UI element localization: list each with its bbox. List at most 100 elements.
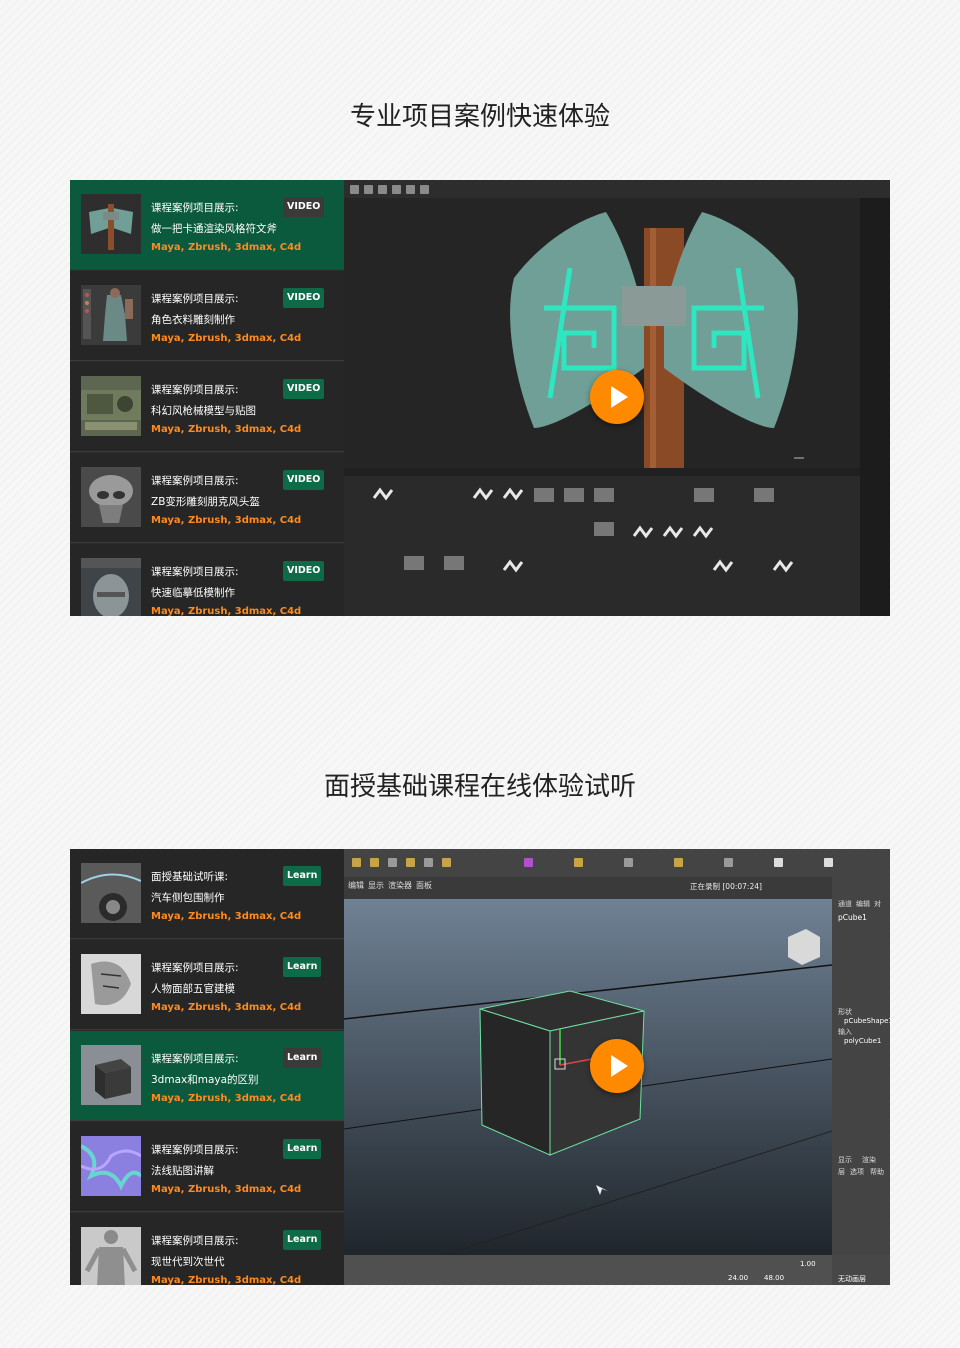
thumbnail (81, 954, 141, 1014)
shelf-toolbar (344, 849, 890, 877)
item-category: 课程案例项目展示: (151, 384, 239, 396)
maya-viewport (344, 899, 832, 1255)
item-title: 法线贴图讲解 (151, 1165, 214, 1177)
time-end-animation: 48.00 (764, 1274, 785, 1282)
thumbnail (81, 1227, 141, 1285)
item-category: 课程案例项目展示: (151, 566, 239, 578)
thumbnail (81, 1136, 141, 1196)
list-item[interactable]: 课程案例项目展示: 人物面部五官建模 Maya, Zbrush, 3dmax, … (70, 940, 344, 1030)
brush-palette (344, 476, 860, 616)
anim-layer-label: 无动画层 (838, 1275, 866, 1283)
video-badge[interactable]: VIDEO (283, 288, 325, 308)
list-item[interactable]: 课程案例项目展示: 3dmax和maya的区别 Maya, Zbrush, 3d… (70, 1031, 344, 1121)
video-player-projects[interactable] (344, 180, 890, 616)
thumbnail (81, 1045, 141, 1105)
item-tags: Maya, Zbrush, 3dmax, C4d (151, 1093, 302, 1104)
channel-tab[interactable]: 对 (874, 899, 881, 909)
item-category: 课程案例项目展示: (151, 1053, 239, 1065)
learn-badge[interactable]: Learn (283, 1139, 322, 1159)
channel-tab[interactable]: 通道 (838, 899, 852, 909)
item-title: 人物面部五官建模 (151, 983, 235, 995)
input-name: polyCube1 (844, 1037, 882, 1045)
menu-item[interactable]: 渲染器 (388, 880, 412, 891)
shape-label: 形状 (838, 1008, 852, 1016)
item-tags: Maya, Zbrush, 3dmax, C4d (151, 242, 302, 253)
list-item[interactable]: 课程案例项目展示: 科幻风枪械模型与贴图 Maya, Zbrush, 3dmax… (70, 362, 344, 452)
item-title: 科幻风枪械模型与贴图 (151, 405, 256, 417)
learn-badge[interactable]: Learn (283, 866, 322, 886)
layer-menu-item[interactable]: 帮助 (870, 1167, 884, 1177)
video-badge[interactable]: VIDEO (283, 470, 325, 490)
learn-badge[interactable]: Learn (283, 1048, 322, 1068)
list-item[interactable]: 课程案例项目展示: 做一把卡通渲染风格符文斧 Maya, Zbrush, 3dm… (70, 180, 344, 270)
playback-controls[interactable]: 无动画层 (832, 1255, 890, 1285)
item-category: 课程案例项目展示: (151, 1144, 239, 1156)
video-badge[interactable]: VIDEO (283, 561, 325, 581)
layer-menu-item[interactable]: 层 (838, 1167, 845, 1177)
item-category: 课程案例项目展示: (151, 202, 239, 214)
item-tags: Maya, Zbrush, 3dmax, C4d (151, 1275, 302, 1285)
learn-badge[interactable]: Learn (283, 1230, 322, 1250)
channel-box: 通道 编辑 对 pCube1 形状 pCubeShape1 输入 polyCub… (832, 877, 890, 1285)
thumbnail (81, 376, 141, 436)
video-player-trial[interactable]: 编辑 显示 渲染器 面板 正在录制 [00:07:24] 通道 编辑 对 pCu… (344, 849, 890, 1285)
shape-name: pCubeShape1 (844, 1017, 890, 1025)
item-title: 现世代到次世代 (151, 1256, 225, 1268)
project-cases-panel: 课程案例项目展示: 做一把卡通渲染风格符文斧 Maya, Zbrush, 3dm… (70, 180, 890, 616)
item-title: 汽车侧包围制作 (151, 892, 225, 904)
layer-tab[interactable]: 显示 (838, 1155, 852, 1165)
menu-item[interactable]: 编辑 (348, 880, 364, 891)
menu-item[interactable]: 面板 (416, 880, 432, 891)
thumbnail (81, 558, 141, 616)
list-item[interactable]: 课程案例项目展示: 快速临摹低模制作 Maya, Zbrush, 3dmax, … (70, 544, 344, 616)
object-name: pCube1 (838, 913, 867, 922)
item-category: 课程案例项目展示: (151, 1235, 239, 1247)
item-category: 课程案例项目展示: (151, 475, 239, 487)
item-tags: Maya, Zbrush, 3dmax, C4d (151, 515, 302, 526)
menu-item[interactable]: 显示 (368, 880, 384, 891)
panel-menu-bar: 编辑 显示 渲染器 面板 正在录制 [00:07:24] (344, 877, 832, 899)
item-tags: Maya, Zbrush, 3dmax, C4d (151, 333, 302, 344)
learn-badge[interactable]: Learn (283, 957, 322, 977)
item-title: 角色衣料雕刻制作 (151, 314, 235, 326)
video-badge[interactable]: VIDEO (283, 379, 325, 399)
item-category: 面授基础试听课: (151, 871, 229, 883)
axe-viewport (344, 198, 860, 468)
list-item[interactable]: 课程案例项目展示: 现世代到次世代 Maya, Zbrush, 3dmax, C… (70, 1213, 344, 1285)
thumbnail (81, 194, 141, 254)
viewer-toolbar (344, 180, 890, 198)
list-item[interactable]: 课程案例项目展示: 法线贴图讲解 Maya, Zbrush, 3dmax, C4… (70, 1122, 344, 1212)
section-title-projects: 专业项目案例快速体验 (349, 102, 610, 132)
item-tags: Maya, Zbrush, 3dmax, C4d (151, 911, 302, 922)
layer-tab[interactable]: 渲染 (862, 1155, 876, 1165)
timeline[interactable]: 1.00 24.00 48.00 (344, 1255, 832, 1285)
play-button[interactable] (590, 1039, 644, 1093)
time-start: 1.00 (800, 1260, 816, 1268)
item-title: 快速临摹低模制作 (151, 587, 235, 599)
list-item[interactable]: 面授基础试听课: 汽车侧包围制作 Maya, Zbrush, 3dmax, C4… (70, 849, 344, 939)
layer-menu-item[interactable]: 选项 (850, 1167, 864, 1177)
thumbnail (81, 467, 141, 527)
thumbnail (81, 285, 141, 345)
video-badge[interactable]: VIDEO (283, 197, 325, 217)
item-title: ZB变形雕刻朋克风头盔 (151, 496, 260, 508)
item-category: 课程案例项目展示: (151, 293, 239, 305)
trial-courses-panel: 面授基础试听课: 汽车侧包围制作 Maya, Zbrush, 3dmax, C4… (70, 849, 890, 1285)
input-label: 输入 (838, 1028, 852, 1036)
list-item[interactable]: 课程案例项目展示: 角色衣料雕刻制作 Maya, Zbrush, 3dmax, … (70, 271, 344, 361)
trial-course-list: 面授基础试听课: 汽车侧包围制作 Maya, Zbrush, 3dmax, C4… (70, 849, 344, 1285)
item-tags: Maya, Zbrush, 3dmax, C4d (151, 1184, 302, 1195)
list-item[interactable]: 课程案例项目展示: ZB变形雕刻朋克风头盔 Maya, Zbrush, 3dma… (70, 453, 344, 543)
item-tags: Maya, Zbrush, 3dmax, C4d (151, 1002, 302, 1013)
item-tags: Maya, Zbrush, 3dmax, C4d (151, 424, 302, 435)
item-title: 3dmax和maya的区别 (151, 1074, 259, 1086)
right-panel (860, 198, 890, 616)
play-button[interactable] (590, 370, 644, 424)
item-title: 做一把卡通渲染风格符文斧 (151, 223, 277, 235)
thumbnail (81, 863, 141, 923)
item-tags: Maya, Zbrush, 3dmax, C4d (151, 606, 302, 616)
project-case-list: 课程案例项目展示: 做一把卡通渲染风格符文斧 Maya, Zbrush, 3dm… (70, 180, 344, 616)
channel-tab[interactable]: 编辑 (856, 899, 870, 909)
time-end-playback: 24.00 (728, 1274, 749, 1282)
recording-status: 正在录制 [00:07:24] (690, 882, 762, 891)
